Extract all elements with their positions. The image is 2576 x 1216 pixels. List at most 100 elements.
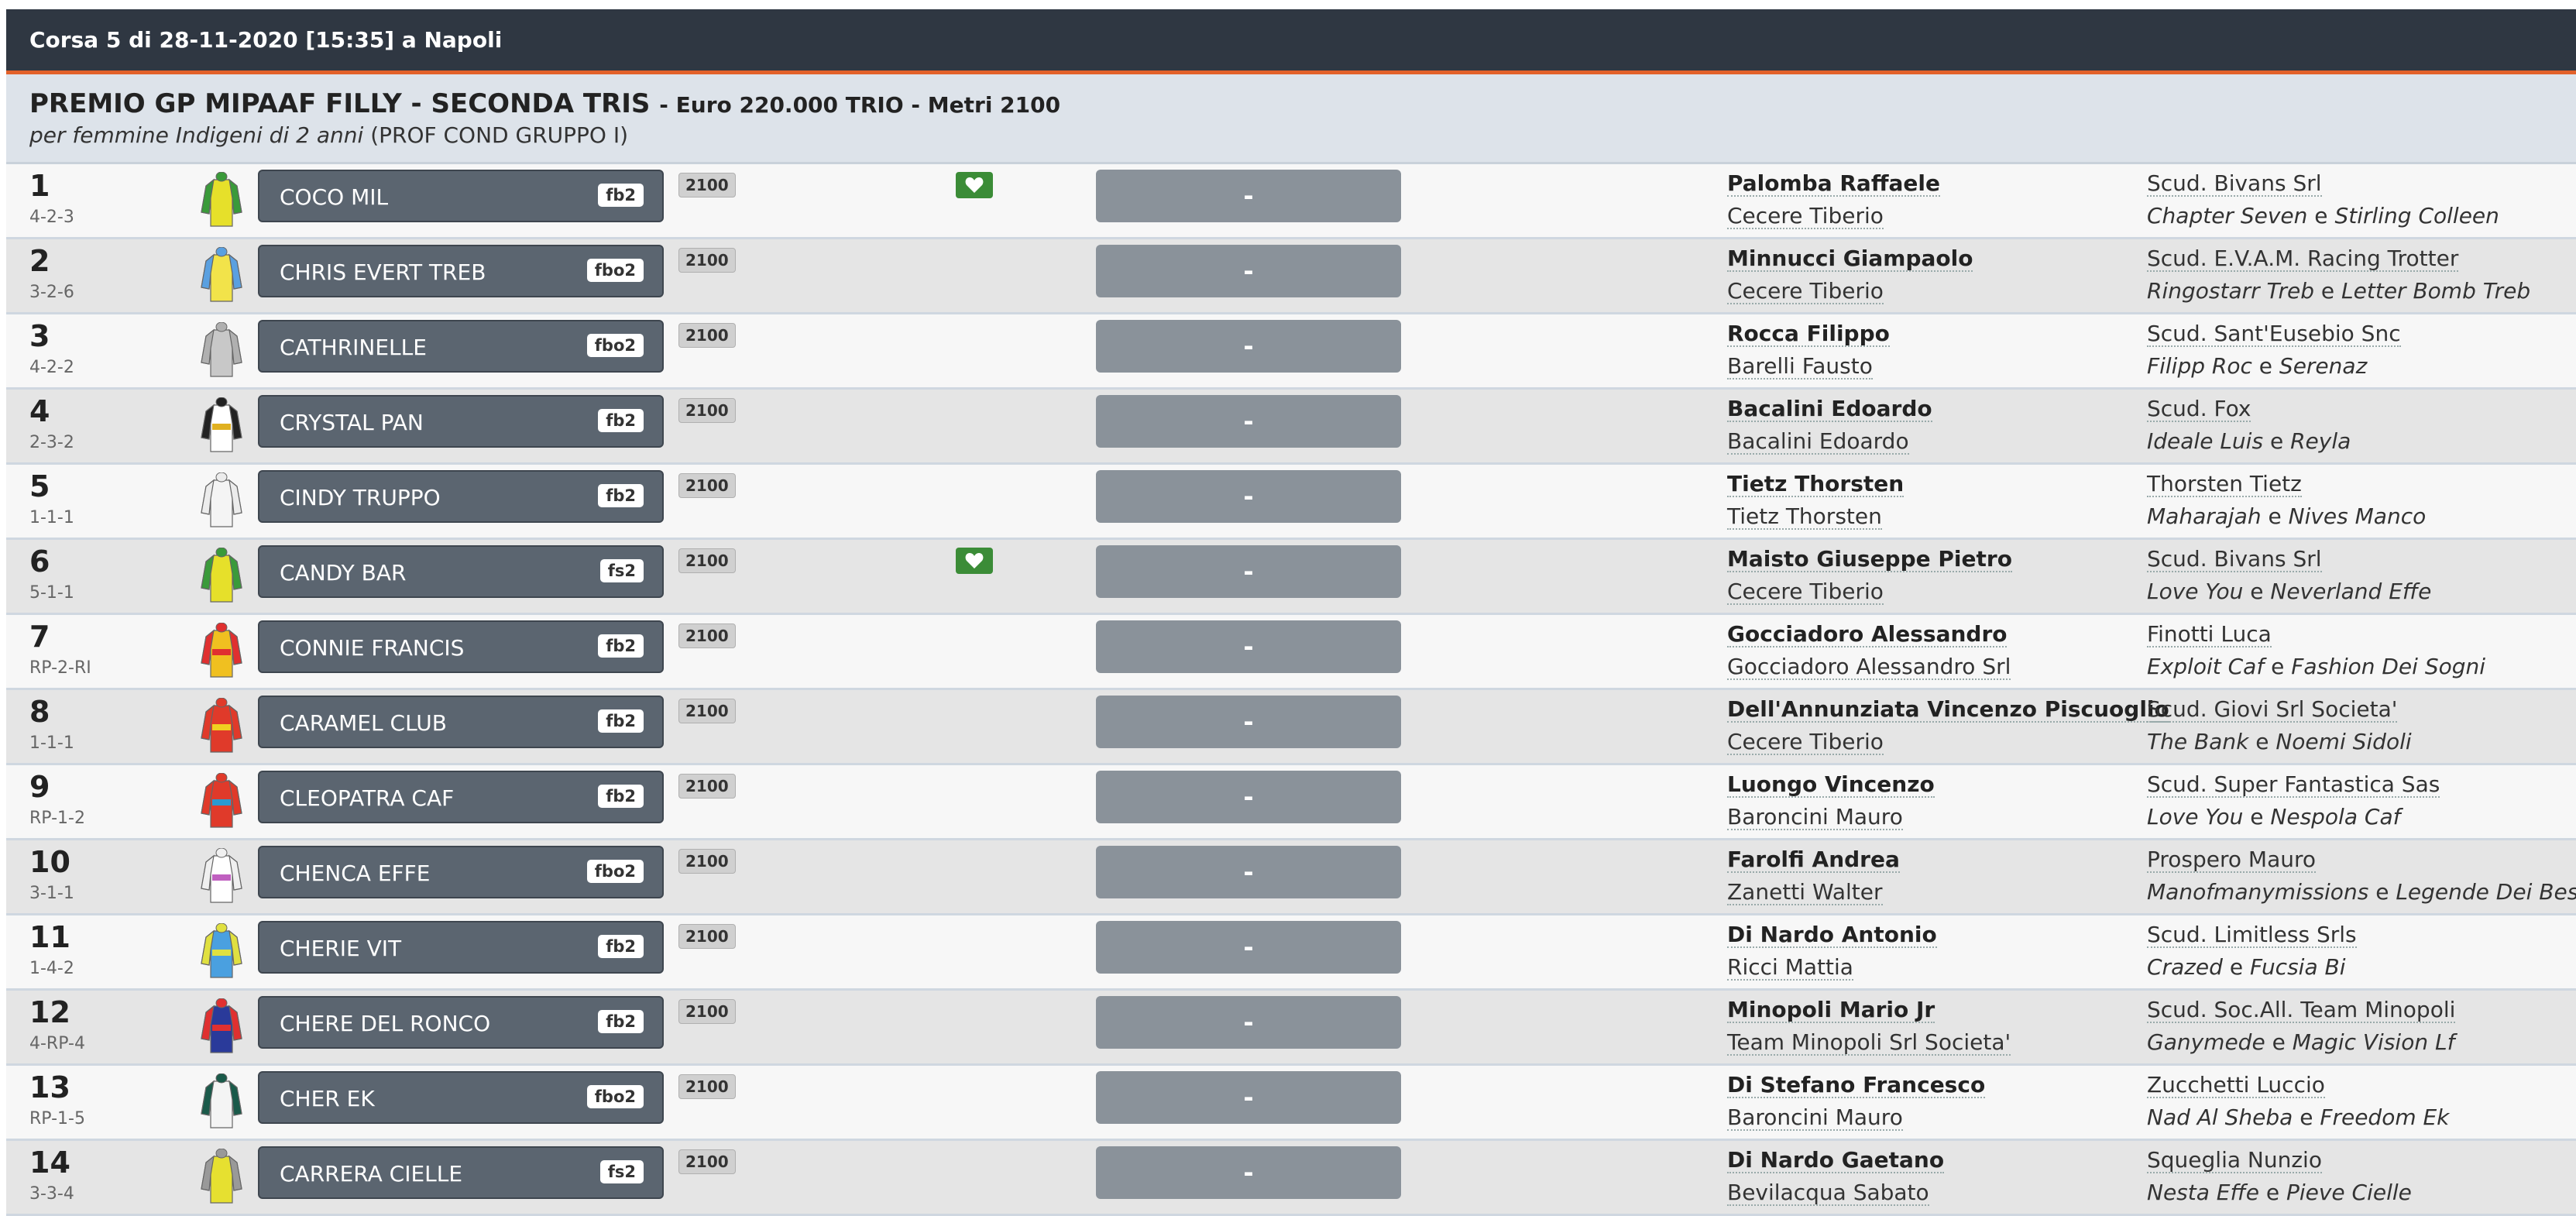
odds-value: - (1243, 782, 1254, 812)
owner-link[interactable]: Zucchetti Luccio (2147, 1073, 2325, 1098)
horse-name-button[interactable]: CHENCA EFFE fbo2 (258, 846, 664, 898)
trainer-link[interactable]: Cecere Tiberio (1727, 204, 1884, 229)
driver-link[interactable]: Rocca Filippo (1727, 322, 1890, 347)
trainer-link[interactable]: Baroncini Mauro (1727, 1106, 1903, 1131)
dam-name: Stirling Colleen (2334, 203, 2499, 228)
odds-button[interactable]: - (1096, 170, 1401, 222)
trainer-link[interactable]: Zanetti Walter (1727, 881, 1883, 905)
owner-link[interactable]: Scud. Sant'Eusebio Snc (2147, 322, 2401, 347)
driver-link[interactable]: Gocciadoro Alessandro (1727, 623, 2008, 648)
race-conditions-line: per femmine Indigeni di 2 anni (PROF CON… (29, 122, 2553, 148)
owner-link[interactable]: Scud. E.V.A.M. Racing Trotter (2147, 247, 2459, 272)
owner-link[interactable]: Scud. Bivans Srl (2147, 548, 2322, 572)
trainer-link[interactable]: Bevilacqua Sabato (1727, 1181, 1929, 1206)
odds-value: - (1243, 933, 1254, 962)
owner-link[interactable]: Finotti Luca (2147, 623, 2272, 648)
favorite-heart-icon[interactable] (956, 548, 993, 574)
favorite-heart-icon[interactable] (956, 172, 993, 198)
trainer-link[interactable]: Gocciadoro Alessandro Srl (1727, 655, 2011, 680)
driver-link[interactable]: Di Stefano Francesco (1727, 1073, 1986, 1098)
owner-link[interactable]: Scud. Bivans Srl (2147, 172, 2322, 197)
runner-form: 3-2-6 (29, 283, 74, 302)
horse-name-button[interactable]: CHER EK fbo2 (258, 1071, 664, 1124)
horse-name-button[interactable]: CLEOPATRA CAF fb2 (258, 771, 664, 823)
race-info: PREMIO GP MIPAAF FILLY - SECONDA TRIS - … (6, 74, 2576, 164)
pedigree: Love You e Nespola Caf (2147, 806, 2400, 829)
driver-link[interactable]: Di Nardo Gaetano (1727, 1149, 1945, 1173)
odds-button[interactable]: - (1096, 245, 1401, 297)
owner-link[interactable]: Scud. Soc.All. Team Minopoli (2147, 998, 2456, 1023)
odds-button[interactable]: - (1096, 771, 1401, 823)
odds-button[interactable]: - (1096, 470, 1401, 523)
driver-link[interactable]: Di Nardo Antonio (1727, 923, 1937, 948)
horse-name-button[interactable]: CARRERA CIELLE fs2 (258, 1146, 664, 1199)
odds-button[interactable]: - (1096, 696, 1401, 748)
trainer-link[interactable]: Cecere Tiberio (1727, 730, 1884, 755)
jersey-icon (201, 472, 242, 527)
horse-name-button[interactable]: CHERIE VIT fb2 (258, 921, 664, 974)
trainer-link[interactable]: Team Minopoli Srl Societa' (1727, 1031, 2011, 1056)
pedigree-conjunction: e (2320, 278, 2335, 304)
trainer-link[interactable]: Cecere Tiberio (1727, 580, 1884, 605)
odds-button[interactable]: - (1096, 921, 1401, 974)
sire-name: Filipp Roc (2147, 353, 2252, 379)
odds-value: - (1243, 181, 1254, 211)
race-name: PREMIO GP MIPAAF FILLY - SECONDA TRIS (29, 88, 651, 119)
pedigree: Chapter Seven e Stirling Colleen (2147, 204, 2499, 228)
driver-link[interactable]: Bacalini Edoardo (1727, 397, 1932, 422)
horse-name-button[interactable]: CATHRINELLE fbo2 (258, 320, 664, 373)
runner-form: 4-2-2 (29, 358, 74, 377)
race-details: - Euro 220.000 TRIO - Metri 2100 (659, 92, 1061, 118)
owner-link[interactable]: Scud. Super Fantastica Sas (2147, 773, 2440, 798)
horse-sex-age-badge: fb2 (598, 409, 644, 432)
trainer-link[interactable]: Barelli Fausto (1727, 355, 1873, 380)
odds-button[interactable]: - (1096, 1071, 1401, 1124)
driver-link[interactable]: Minopoli Mario Jr (1727, 998, 1935, 1023)
dam-name: Legende Dei Bessi (2396, 879, 2576, 905)
trainer-link[interactable]: Ricci Mattia (1727, 956, 1853, 981)
runner-row: 8 1-1-1 CARAMEL CLUB fb2 2100 - Dell'Ann… (6, 690, 2576, 765)
driver-link[interactable]: Luongo Vincenzo (1727, 773, 1935, 798)
horse-name-button[interactable]: CANDY BAR fs2 (258, 545, 664, 598)
driver-link[interactable]: Dell'Annunziata Vincenzo Piscuoglio (1727, 698, 2169, 723)
owner-link[interactable]: Thorsten Tietz (2147, 472, 2302, 497)
horse-name-button[interactable]: COCO MIL fb2 (258, 170, 664, 222)
odds-button[interactable]: - (1096, 846, 1401, 898)
trainer-link[interactable]: Bacalini Edoardo (1727, 430, 1909, 455)
trainer-link[interactable]: Cecere Tiberio (1727, 280, 1884, 304)
horse-name-button[interactable]: CRYSTAL PAN fb2 (258, 395, 664, 448)
horse-name-button[interactable]: CHERE DEL RONCO fb2 (258, 996, 664, 1049)
odds-button[interactable]: - (1096, 545, 1401, 598)
horse-name: CHER EK (280, 1086, 375, 1111)
horse-sex-age-badge: fb2 (598, 785, 644, 808)
driver-link[interactable]: Farolfi Andrea (1727, 848, 1900, 873)
horse-name-button[interactable]: CARAMEL CLUB fb2 (258, 696, 664, 748)
owner-link[interactable]: Scud. Fox (2147, 397, 2251, 422)
driver-link[interactable]: Minnucci Giampaolo (1727, 247, 1973, 272)
horse-name-button[interactable]: CONNIE FRANCIS fb2 (258, 620, 664, 673)
runner-form: RP-1-5 (29, 1109, 85, 1128)
owner-link[interactable]: Scud. Giovi Srl Societa' (2147, 698, 2398, 723)
odds-button[interactable]: - (1096, 395, 1401, 448)
horse-name-button[interactable]: CINDY TRUPPO fb2 (258, 470, 664, 523)
trainer-link[interactable]: Tietz Thorsten (1727, 505, 1882, 530)
owner-link[interactable]: Squeglia Nunzio (2147, 1149, 2322, 1173)
pedigree-conjunction: e (2271, 654, 2285, 679)
pedigree: Love You e Neverland Effe (2147, 580, 2431, 603)
odds-button[interactable]: - (1096, 1146, 1401, 1199)
driver-link[interactable]: Maisto Giuseppe Pietro (1727, 548, 2012, 572)
owner-link[interactable]: Scud. Limitless Srls (2147, 923, 2357, 948)
sire-name: The Bank (2147, 729, 2249, 754)
driver-link[interactable]: Tietz Thorsten (1727, 472, 1905, 497)
trainer-link[interactable]: Baroncini Mauro (1727, 806, 1903, 830)
horse-name-button[interactable]: CHRIS EVERT TREB fbo2 (258, 245, 664, 297)
runner-row: 4 2-3-2 CRYSTAL PAN fb2 2100 - Bacalini … (6, 390, 2576, 465)
odds-button[interactable]: - (1096, 996, 1401, 1049)
driver-link[interactable]: Palomba Raffaele (1727, 172, 1940, 197)
horse-name: CARAMEL CLUB (280, 710, 447, 736)
distance-badge: 2100 (678, 699, 736, 723)
odds-button[interactable]: - (1096, 320, 1401, 373)
odds-button[interactable]: - (1096, 620, 1401, 673)
owner-link[interactable]: Prospero Mauro (2147, 848, 2317, 873)
runner-form: 2-3-2 (29, 433, 74, 452)
